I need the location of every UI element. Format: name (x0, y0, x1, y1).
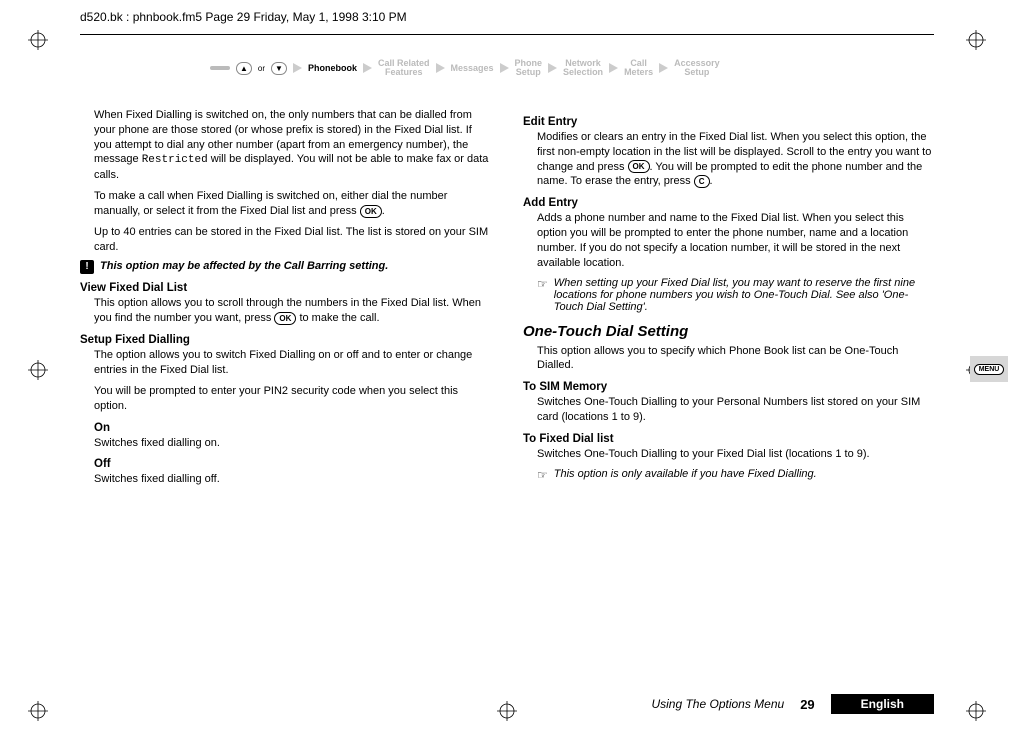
chevron-right-icon (436, 63, 445, 73)
heading-to-fixed-dial-list: To Fixed Dial list (523, 433, 934, 445)
body-text: The option allows you to switch Fixed Di… (94, 348, 491, 378)
crop-mark-icon (966, 30, 986, 53)
crumb-phonebook: Phonebook (308, 64, 357, 73)
body-text: This option allows you to specify which … (537, 344, 934, 374)
heading-edit-entry: Edit Entry (523, 116, 934, 128)
footer-language-badge: English (831, 694, 934, 714)
heading-view-fixed-dial-list: View Fixed Dial List (80, 282, 491, 294)
nav-up-key-icon: ▲ (236, 62, 252, 75)
tip-note: ☞This option is only available if you ha… (537, 468, 934, 482)
ok-key-icon: OK (360, 205, 382, 218)
body-text: When Fixed Dialling is switched on, the … (94, 108, 491, 183)
footer-section-title: Using The Options Menu (651, 697, 784, 711)
page-footer: Using The Options Menu 29 English (80, 694, 934, 714)
tip-note: ☞When setting up your Fixed Dial list, y… (537, 277, 934, 313)
crop-mark-icon (28, 360, 48, 383)
breadcrumb-or: or (258, 64, 265, 73)
heading-add-entry: Add Entry (523, 197, 934, 209)
heading-off: Off (94, 458, 491, 470)
body-text: Up to 40 entries can be stored in the Fi… (94, 225, 491, 255)
body-text: This option allows you to scroll through… (94, 296, 491, 326)
body-text: To make a call when Fixed Dialling is sw… (94, 189, 491, 219)
ok-key-icon: OK (274, 312, 296, 325)
menu-side-tab: MENU (970, 356, 1008, 382)
heading-setup-fixed-dialling: Setup Fixed Dialling (80, 334, 491, 346)
breadcrumb-connector-icon (210, 66, 230, 70)
chevron-right-icon (659, 63, 668, 73)
chevron-right-icon (500, 63, 509, 73)
ok-key-icon: OK (628, 160, 650, 173)
body-text: Switches fixed dialling on. (94, 436, 491, 451)
crop-mark-icon (28, 30, 48, 53)
crumb-network-selection: NetworkSelection (563, 59, 603, 78)
crumb-call-meters: CallMeters (624, 59, 653, 78)
body-text: Adds a phone number and name to the Fixe… (537, 211, 934, 270)
crop-mark-icon (966, 701, 986, 724)
warning-icon: ! (80, 260, 94, 274)
body-text: Modifies or clears an entry in the Fixed… (537, 130, 934, 189)
crop-mark-icon (28, 701, 48, 724)
chevron-right-icon (609, 63, 618, 73)
warning-note: !This option may be affected by the Call… (80, 260, 491, 274)
page-content: d520.bk : phnbook.fm5 Page 29 Friday, Ma… (80, 10, 934, 493)
footer-page-number: 29 (800, 697, 814, 712)
chevron-right-icon (293, 63, 302, 73)
crumb-accessory-setup: AccessorySetup (674, 59, 720, 78)
pointing-hand-icon: ☞ (537, 468, 548, 482)
nav-down-key-icon: ▼ (271, 62, 287, 75)
heading-to-sim-memory: To SIM Memory (523, 381, 934, 393)
body-text: You will be prompted to enter your PIN2 … (94, 384, 491, 414)
crumb-messages: Messages (451, 64, 494, 73)
c-key-icon: C (694, 175, 710, 188)
left-column: When Fixed Dialling is switched on, the … (80, 108, 491, 493)
heading-on: On (94, 422, 491, 434)
menu-badge-label: MENU (974, 364, 1005, 375)
body-text: Switches fixed dialling off. (94, 472, 491, 487)
framemaker-header: d520.bk : phnbook.fm5 Page 29 Friday, Ma… (80, 10, 934, 24)
right-column: Edit Entry Modifies or clears an entry i… (523, 108, 934, 493)
heading-one-touch-dial-setting: One-Touch Dial Setting (523, 323, 934, 340)
body-text: Switches One-Touch Dialling to your Pers… (537, 395, 934, 425)
body-text: Switches One-Touch Dialling to your Fixe… (537, 447, 934, 462)
crumb-call-related: Call RelatedFeatures (378, 59, 430, 78)
chevron-right-icon (548, 63, 557, 73)
breadcrumb: ▲ or ▼ Phonebook Call RelatedFeatures Me… (210, 59, 934, 78)
chevron-right-icon (363, 63, 372, 73)
header-rule (80, 34, 934, 35)
pointing-hand-icon: ☞ (537, 277, 548, 313)
crumb-phone-setup: PhoneSetup (515, 59, 543, 78)
